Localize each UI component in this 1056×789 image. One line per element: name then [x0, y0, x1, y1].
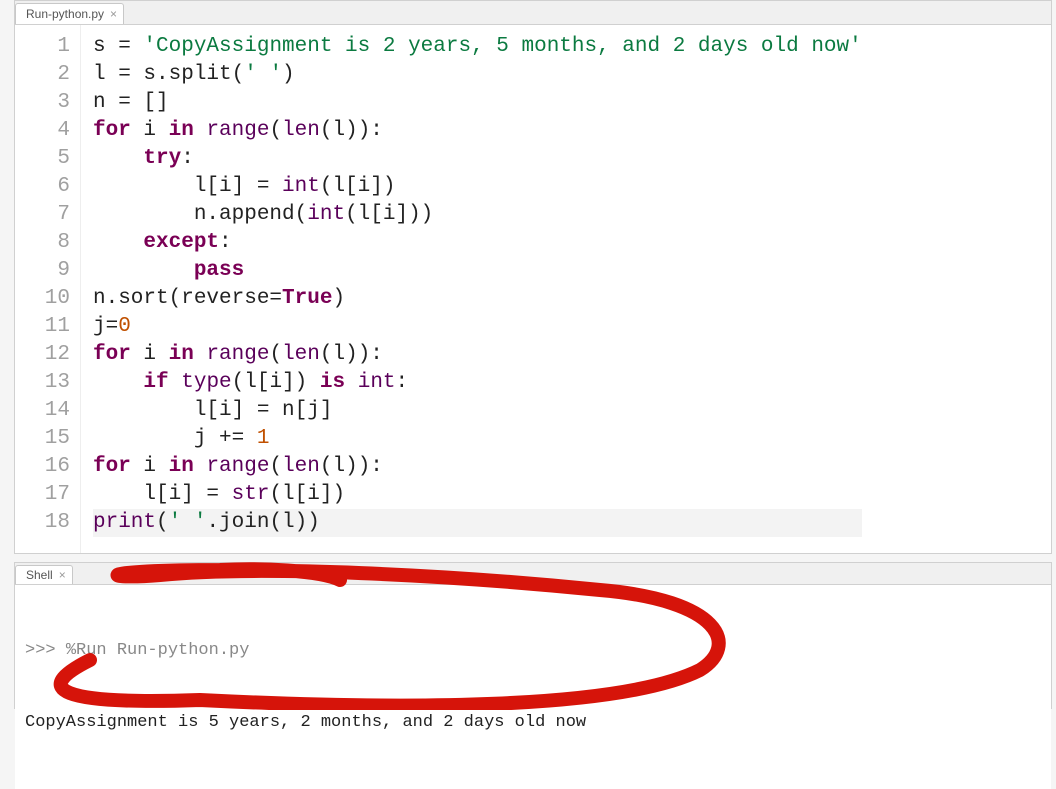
code-line[interactable]: for i in range(len(l)): — [93, 453, 862, 481]
code-area[interactable]: 123456789101112131415161718 s = 'CopyAss… — [15, 25, 1051, 553]
code-content[interactable]: s = 'CopyAssignment is 2 years, 5 months… — [81, 25, 862, 553]
code-line[interactable]: j += 1 — [93, 425, 862, 453]
shell-output: CopyAssignment is 5 years, 2 months, and… — [25, 711, 1041, 735]
line-number: 5 — [15, 145, 70, 173]
line-number: 1 — [15, 33, 70, 61]
code-line[interactable]: except: — [93, 229, 862, 257]
line-number: 17 — [15, 481, 70, 509]
close-icon[interactable]: × — [110, 8, 117, 20]
code-line[interactable]: for i in range(len(l)): — [93, 341, 862, 369]
line-number: 18 — [15, 509, 70, 537]
shell-line-command: >>> %Run Run-python.py — [25, 639, 1041, 663]
editor-tab[interactable]: Run-python.py × — [15, 3, 124, 24]
code-line[interactable]: l[i] = str(l[i]) — [93, 481, 862, 509]
shell-tab[interactable]: Shell × — [15, 565, 73, 584]
code-line[interactable]: j=0 — [93, 313, 862, 341]
line-number: 14 — [15, 397, 70, 425]
code-line[interactable]: n.sort(reverse=True) — [93, 285, 862, 313]
code-line[interactable]: n.append(int(l[i])) — [93, 201, 862, 229]
code-line[interactable]: s = 'CopyAssignment is 2 years, 5 months… — [93, 33, 862, 61]
editor-tab-label: Run-python.py — [26, 7, 104, 21]
line-number: 9 — [15, 257, 70, 285]
code-line[interactable]: try: — [93, 145, 862, 173]
code-line[interactable]: pass — [93, 257, 862, 285]
line-number: 11 — [15, 313, 70, 341]
line-number: 2 — [15, 61, 70, 89]
line-number: 13 — [15, 369, 70, 397]
code-line[interactable]: l = s.split(' ') — [93, 61, 862, 89]
editor-tab-bar: Run-python.py × — [15, 1, 1051, 25]
close-icon[interactable]: × — [59, 569, 66, 581]
line-number: 12 — [15, 341, 70, 369]
line-number: 8 — [15, 229, 70, 257]
shell-command: %Run Run-python.py — [66, 641, 250, 660]
shell-body[interactable]: >>> %Run Run-python.py CopyAssignment is… — [15, 585, 1051, 789]
line-number: 4 — [15, 117, 70, 145]
editor-panel: Run-python.py × 123456789101112131415161… — [14, 0, 1052, 554]
line-number: 7 — [15, 201, 70, 229]
code-line[interactable]: l[i] = int(l[i]) — [93, 173, 862, 201]
code-line[interactable]: n = [] — [93, 89, 862, 117]
line-number: 15 — [15, 425, 70, 453]
shell-tab-bar: Shell × — [15, 563, 1051, 585]
line-number: 10 — [15, 285, 70, 313]
code-line[interactable]: print(' '.join(l)) — [93, 509, 862, 537]
line-number: 16 — [15, 453, 70, 481]
code-line[interactable]: for i in range(len(l)): — [93, 117, 862, 145]
line-number: 3 — [15, 89, 70, 117]
shell-prompt: >>> — [25, 641, 66, 660]
line-number-gutter: 123456789101112131415161718 — [15, 25, 81, 553]
code-line[interactable]: if type(l[i]) is int: — [93, 369, 862, 397]
line-number: 6 — [15, 173, 70, 201]
shell-tab-label: Shell — [26, 568, 53, 582]
shell-panel: Shell × >>> %Run Run-python.py CopyAssig… — [14, 562, 1052, 709]
code-line[interactable]: l[i] = n[j] — [93, 397, 862, 425]
